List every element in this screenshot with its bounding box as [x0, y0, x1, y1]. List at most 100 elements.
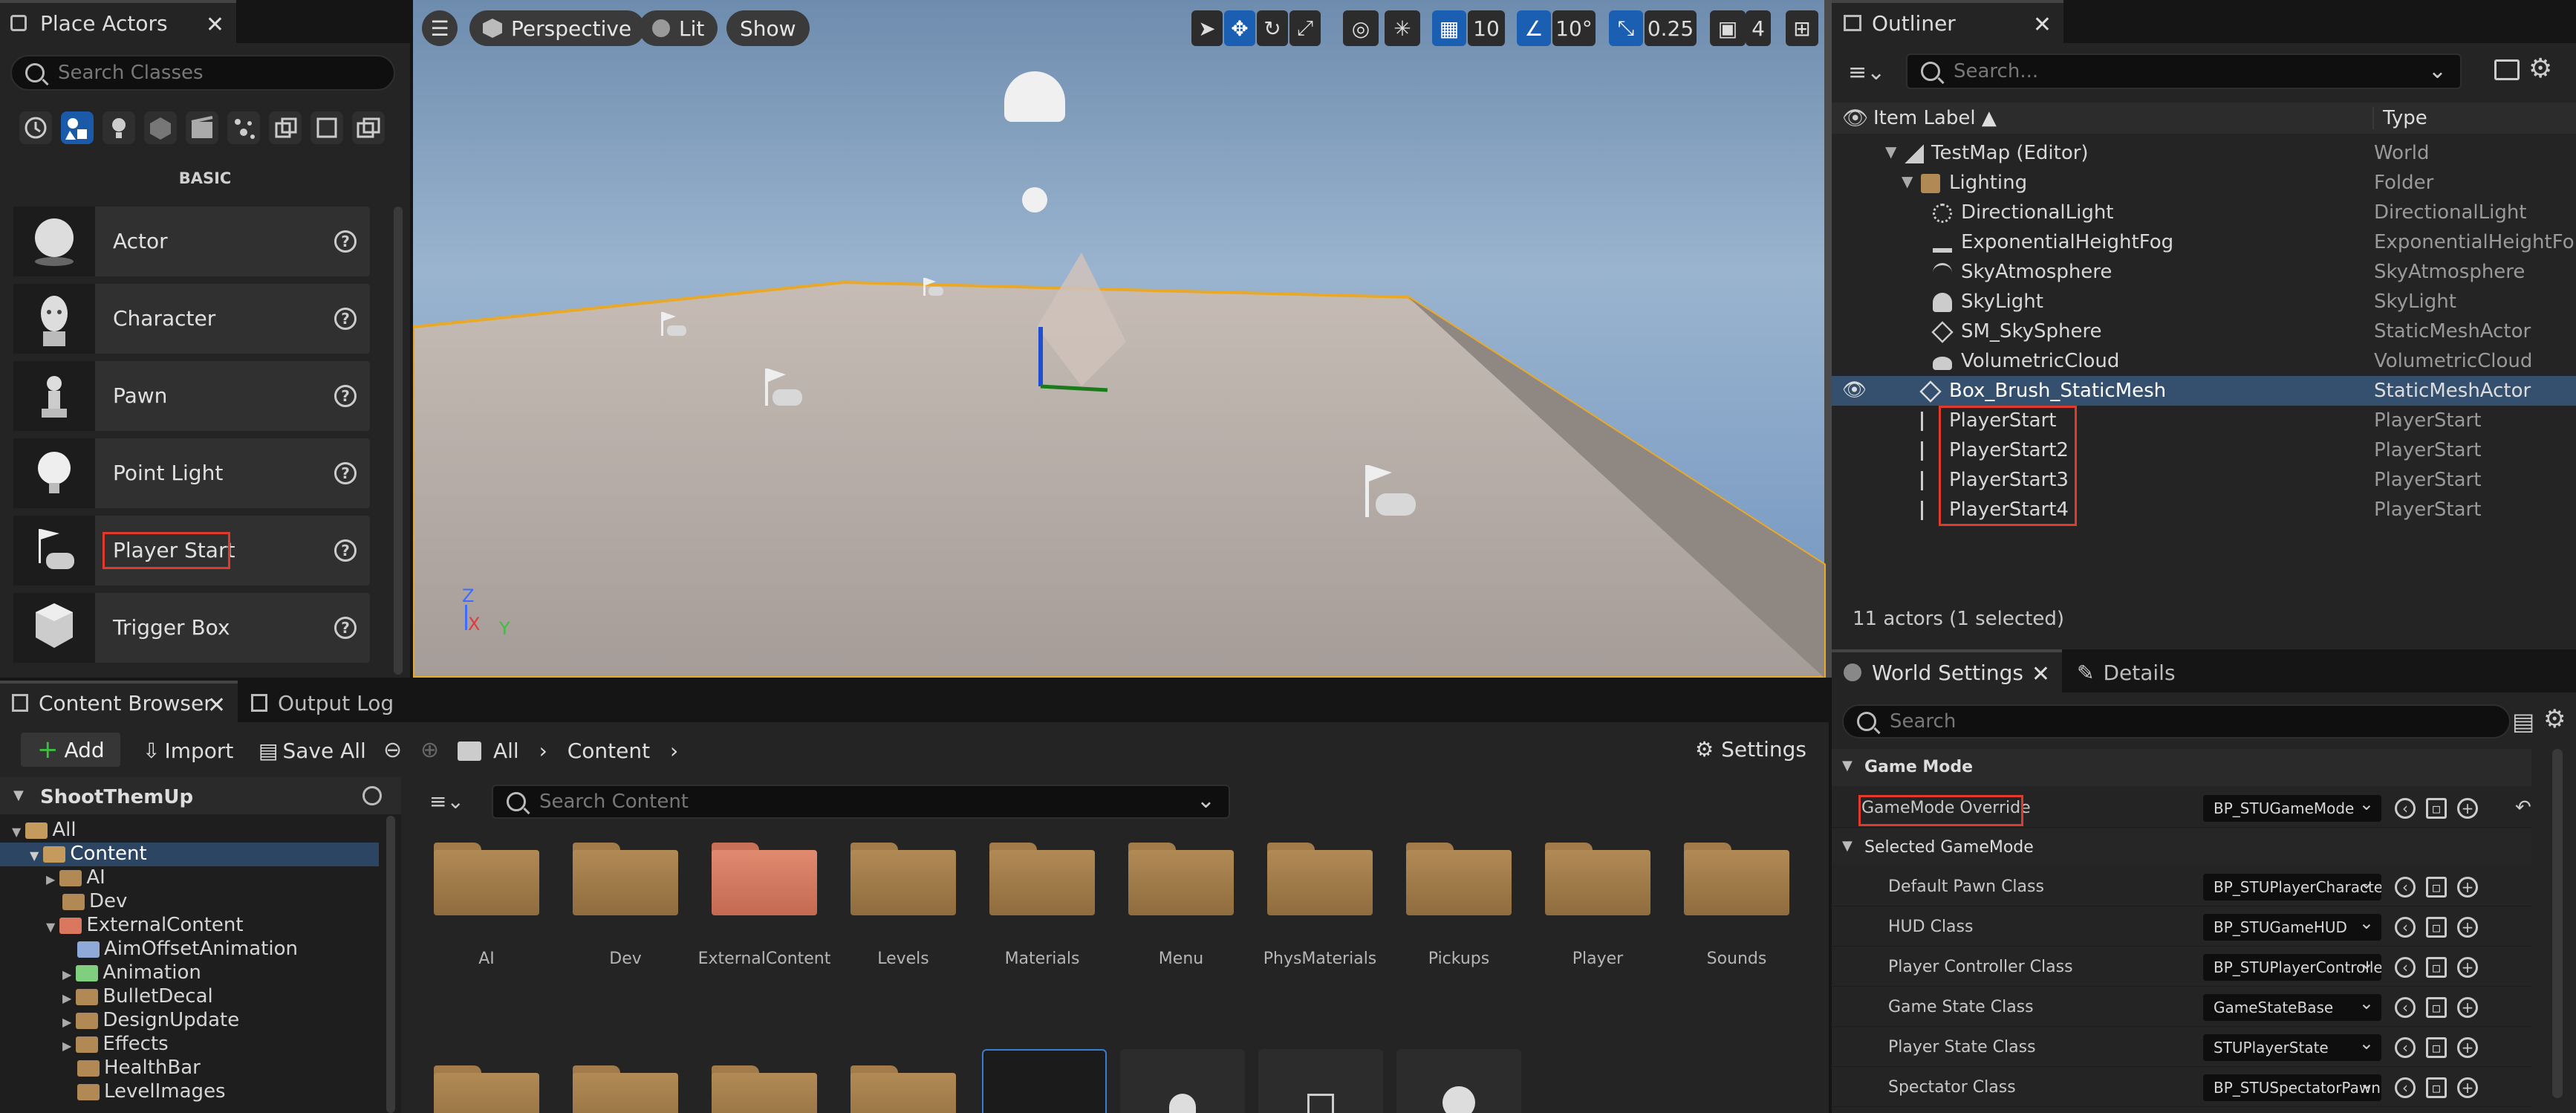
tab-outliner[interactable]: Outliner ✕	[1832, 0, 2063, 43]
search-classes-input[interactable]: Search Classes	[10, 55, 395, 91]
viewport-menu-button[interactable]: ☰	[422, 10, 458, 46]
gear-icon[interactable]: ⚙	[2543, 704, 2566, 734]
table-row[interactable]: SkyLight SkyLight	[1832, 287, 2576, 317]
section-game-mode[interactable]: ▼ Game Mode	[1832, 749, 2531, 786]
scale-mode-icon[interactable]: ⤢	[1289, 10, 1321, 46]
help-icon[interactable]: ?	[334, 617, 357, 639]
add-icon[interactable]: +	[2457, 997, 2478, 1018]
asset-tile[interactable]	[1120, 1049, 1245, 1113]
perspective-button[interactable]: Perspective	[469, 10, 645, 46]
tree-item-content[interactable]: ▼ Content	[0, 843, 379, 866]
expand-arrow-icon[interactable]: ▼	[1885, 143, 1896, 160]
tree-item-ai[interactable]: ▶ AI	[46, 866, 105, 890]
lit-button[interactable]: Lit	[639, 10, 718, 46]
add-icon[interactable]: +	[2457, 1037, 2478, 1058]
actor-item-character[interactable]: Character ?	[13, 284, 370, 354]
lights-category-icon[interactable]	[103, 111, 135, 144]
select-mode-icon[interactable]: ➤	[1191, 10, 1223, 46]
player-start-actor[interactable]	[1359, 464, 1419, 520]
details-scrollbar[interactable]	[2552, 749, 2563, 1098]
gamemode-override-combo[interactable]: BP_STUGameMode	[2203, 795, 2381, 822]
filter-icon[interactable]: ≡⌄	[1848, 59, 1885, 85]
outliner-search-input[interactable]: Search... ⌄	[1906, 53, 2462, 89]
add-button[interactable]: + Add	[21, 733, 120, 767]
folder-tile[interactable]	[1545, 838, 1650, 915]
details-search-input[interactable]: Search	[1842, 704, 2511, 739]
table-row[interactable]: SkyAtmosphere SkyAtmosphere	[1832, 257, 2576, 287]
tab-output-log[interactable]: Output Log	[239, 681, 412, 722]
actor-item-pawn[interactable]: Pawn ?	[13, 361, 370, 431]
back-icon[interactable]: ⊖	[383, 737, 402, 763]
actor-item-point-light[interactable]: Point Light ?	[13, 438, 370, 508]
table-row[interactable]: ExponentialHeightFog ExponentialHeightFo…	[1832, 227, 2576, 257]
section-selected-gamemode[interactable]: ▼ Selected GameMode	[1832, 829, 2531, 865]
browse-back-icon[interactable]: ‹	[2395, 798, 2416, 819]
folder-tile[interactable]	[434, 1061, 539, 1113]
folder-tile[interactable]	[1406, 838, 1512, 915]
browse-back-icon[interactable]: ‹	[2395, 997, 2416, 1018]
tree-item-all[interactable]: ▼ All	[12, 819, 77, 843]
cinematic-category-icon[interactable]	[186, 111, 218, 144]
property-combo[interactable]: BP_STUSpectatorPawn	[2203, 1074, 2381, 1101]
table-row[interactable]: SM_SkySphere StaticMeshActor	[1832, 317, 2576, 346]
asset-tile[interactable]	[1396, 1049, 1521, 1113]
tree-item-designupdate[interactable]: ▶ DesignUpdate	[62, 1009, 239, 1033]
content-search-input[interactable]: Search Content ⌄	[492, 785, 1230, 819]
browse-folder-icon[interactable]: ▫	[2426, 877, 2447, 898]
import-button[interactable]: ⇩ Import	[143, 739, 233, 763]
grid-snap-icon[interactable]: ▦	[1432, 10, 1466, 46]
surface-snap-icon[interactable]: ✳	[1385, 10, 1420, 46]
browse-folder-icon[interactable]: ▫	[2426, 1077, 2447, 1098]
folder-tile[interactable]	[573, 1061, 678, 1113]
property-combo[interactable]: BP_STUGameHUD	[2203, 914, 2381, 941]
folder-tile[interactable]	[1267, 838, 1373, 915]
tab-world-settings[interactable]: World Settings ✕	[1832, 649, 2062, 692]
camera-speed-icon[interactable]: ▣	[1710, 10, 1746, 46]
folder-tile[interactable]	[850, 1061, 956, 1113]
directional-light-icon[interactable]	[1022, 187, 1047, 212]
breadcrumb-all[interactable]: All	[493, 739, 519, 763]
actor-item-actor[interactable]: Actor ?	[13, 207, 370, 276]
camera-speed-value[interactable]: 4	[1746, 10, 1771, 46]
browse-back-icon[interactable]: ‹	[2395, 877, 2416, 898]
grid-snap-value[interactable]: 10	[1468, 10, 1505, 46]
column-item-label[interactable]: Item Label ▲	[1873, 107, 1997, 129]
table-row[interactable]: DirectionalLight DirectionalLight	[1832, 198, 2576, 227]
add-folder-icon[interactable]	[2494, 59, 2520, 80]
help-icon[interactable]: ?	[334, 539, 357, 562]
table-row[interactable]: VolumetricCloud VolumetricCloud	[1832, 346, 2576, 376]
forward-icon[interactable]: ⊕	[420, 737, 439, 763]
expand-arrow-icon[interactable]: ▼	[1842, 838, 1853, 854]
table-row[interactable]: ▼ Lighting Folder	[1832, 168, 2576, 198]
tab-details[interactable]: ✎ Details	[2065, 649, 2228, 692]
show-button[interactable]: Show	[726, 10, 810, 46]
table-view-icon[interactable]: ▤	[2512, 707, 2534, 736]
close-icon[interactable]: ✕	[2032, 661, 2050, 687]
folder-tile[interactable]	[1128, 838, 1234, 915]
rotate-mode-icon[interactable]: ↻	[1257, 10, 1288, 46]
property-combo[interactable]: BP_STUPlayerCharacter	[2203, 874, 2381, 901]
place-actors-scrollbar[interactable]	[394, 207, 403, 675]
chevron-down-icon[interactable]: ⌄	[1197, 788, 1215, 814]
player-start-actor[interactable]	[921, 276, 945, 297]
tree-item-dev[interactable]: Dev	[62, 890, 127, 914]
volumes-category-icon[interactable]	[269, 111, 302, 144]
property-combo[interactable]: BP_STUPlayerController	[2203, 954, 2381, 981]
browse-folder-icon[interactable]: ▫	[2426, 997, 2447, 1018]
asset-tile[interactable]	[1258, 1049, 1383, 1113]
close-icon[interactable]: ✕	[206, 12, 224, 38]
basic-category-icon[interactable]	[61, 111, 94, 144]
browse-folder-icon[interactable]: ▫	[2426, 957, 2447, 978]
player-start-actor[interactable]	[658, 311, 688, 337]
expand-arrow-icon[interactable]: ▼	[1902, 172, 1913, 190]
settings-button[interactable]: ⚙ Settings	[1695, 737, 1806, 762]
add-icon[interactable]: +	[2457, 1077, 2478, 1098]
add-icon[interactable]: +	[2457, 877, 2478, 898]
project-header[interactable]: ▼ ShootThemUp	[0, 777, 401, 814]
sources-scrollbar[interactable]	[386, 816, 395, 1113]
add-icon[interactable]: +	[2457, 917, 2478, 938]
folder-tile[interactable]	[850, 838, 956, 915]
folder-tile[interactable]	[573, 838, 678, 915]
chevron-down-icon[interactable]: ⌄	[2428, 58, 2447, 84]
scale-snap-icon[interactable]: ⤡	[1609, 10, 1643, 46]
